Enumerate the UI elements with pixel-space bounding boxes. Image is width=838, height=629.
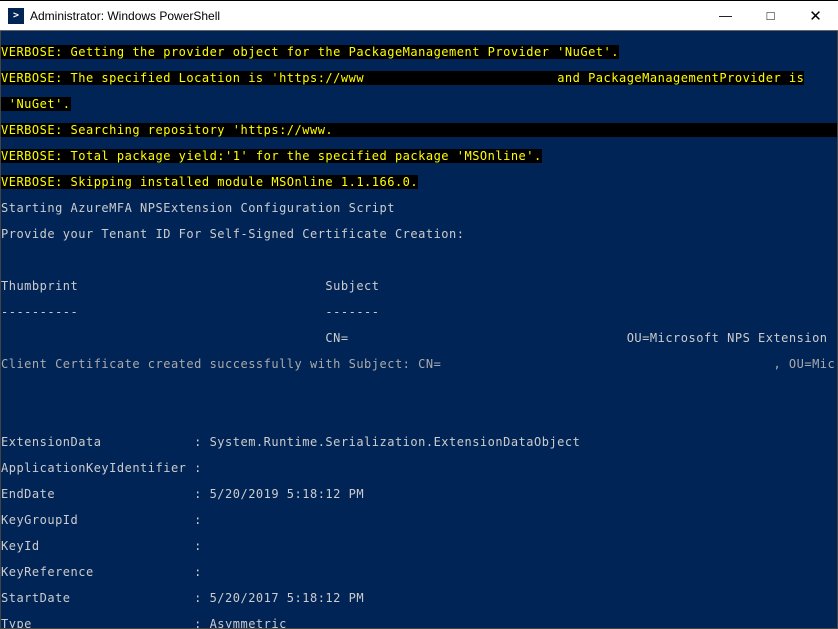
close-button[interactable]: ✕ [793,1,838,30]
minimize-button[interactable]: — [703,1,748,30]
field-enddate: EndDate : 5/20/2019 5:18:12 PM [1,488,837,501]
field-appkeyidentifier: ApplicationKeyIdentifier : [1,462,837,475]
output-line: Provide your Tenant ID For Self-Signed C… [1,228,837,241]
table-row: CN= OU=Microsoft NPS Extension [1,332,837,345]
field-keyreference: KeyReference : [1,566,837,579]
powershell-window: > Administrator: Windows PowerShell — □ … [0,0,838,629]
output-line: Client Certificate created successfully … [1,358,837,371]
window-title: Administrator: Windows PowerShell [30,9,703,23]
verbose-line: VERBOSE: Total package yield:'1' for the… [1,149,542,163]
output-line: Starting AzureMFA NPSExtension Configura… [1,202,837,215]
maximize-button[interactable]: □ [748,1,793,30]
field-keygroupid: KeyGroupId : [1,514,837,527]
verbose-line: VERBOSE: The specified Location is 'http… [1,71,804,85]
verbose-line: VERBOSE: Skipping installed module MSOnl… [1,175,418,189]
field-startdate: StartDate : 5/20/2017 5:18:12 PM [1,592,837,605]
table-header: Thumbprint Subject [1,280,837,293]
verbose-line: VERBOSE: Searching repository 'https://w… [1,123,838,137]
verbose-line: 'NuGet'. [1,97,71,111]
field-extensiondata: ExtensionData : System.Runtime.Serializa… [1,436,837,449]
terminal-output[interactable]: VERBOSE: Getting the provider object for… [0,31,838,629]
field-type: Type : Asymmetric [1,618,837,629]
verbose-line: VERBOSE: Getting the provider object for… [1,45,619,59]
powershell-icon: > [8,8,24,24]
table-divider: ---------- ------- [1,306,837,319]
titlebar[interactable]: > Administrator: Windows PowerShell — □ … [0,1,838,31]
field-keyid: KeyId : [1,540,837,553]
